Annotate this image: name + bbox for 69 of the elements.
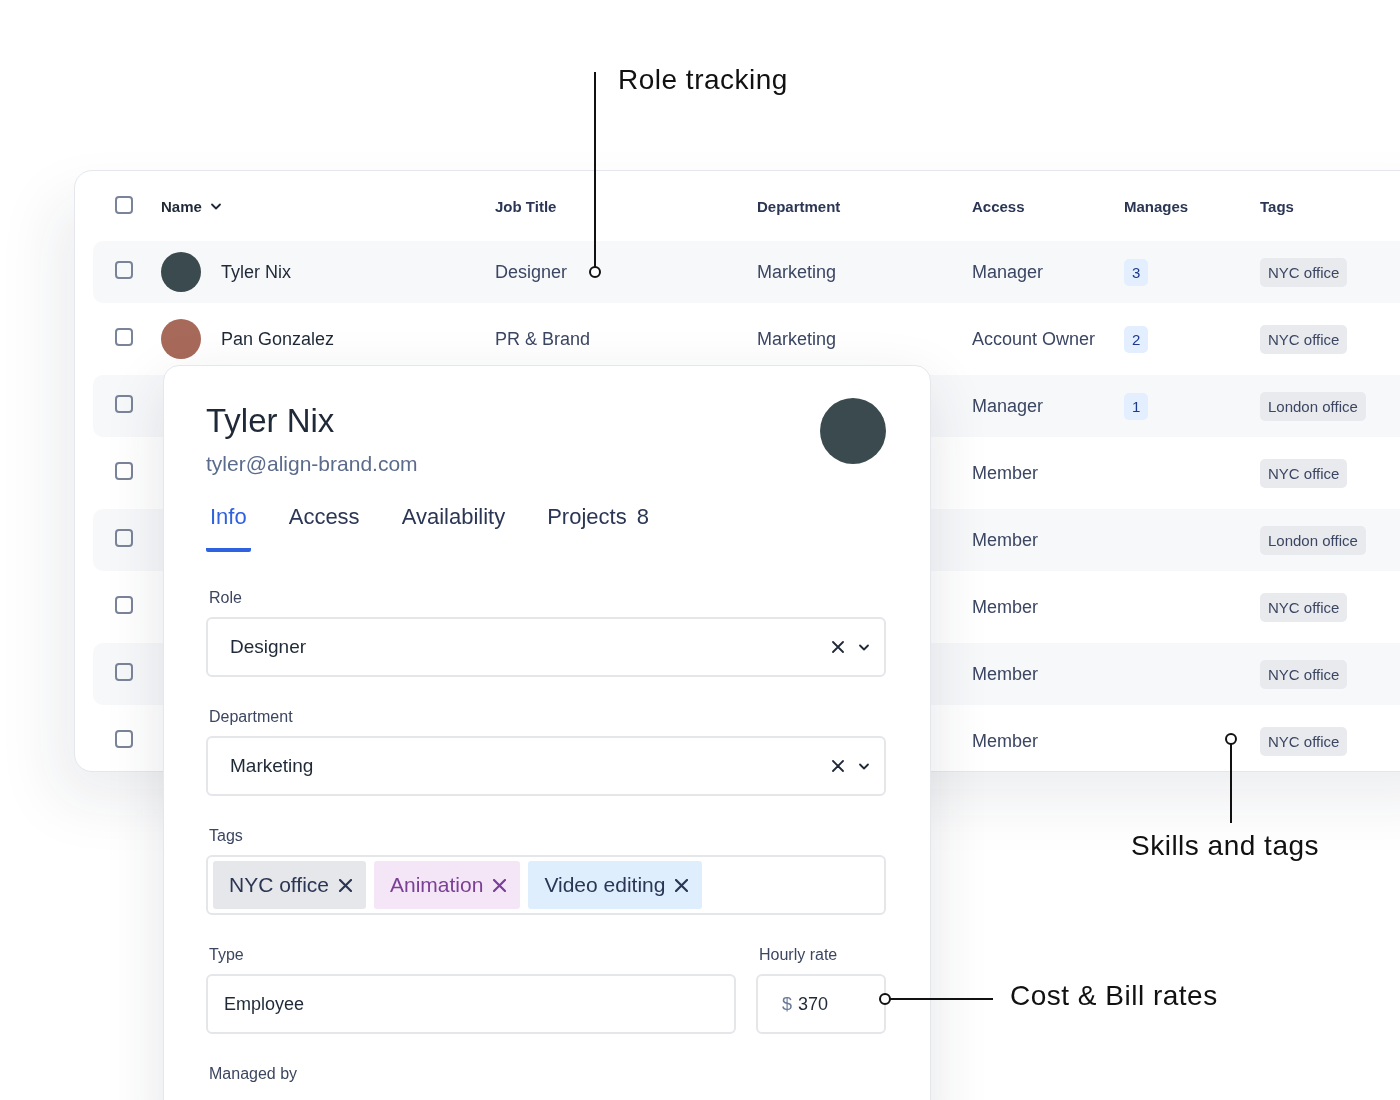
- column-header: Tags: [1260, 197, 1294, 215]
- select-field[interactable]: Marketing: [206, 736, 886, 796]
- access-text: Account Owner: [972, 328, 1096, 349]
- select-field[interactable]: Designer: [206, 617, 886, 677]
- job-title-text: PR & Brand: [495, 328, 591, 349]
- column-header: Department: [757, 197, 841, 215]
- access-text: Member: [972, 596, 1038, 617]
- count-badge: 1: [1124, 392, 1149, 420]
- tags-field[interactable]: NYC office Animation Video editing: [206, 855, 886, 915]
- email-text: tyler@align-brand.com: [206, 452, 418, 476]
- field-label: Type: [209, 945, 245, 964]
- field-label: Tags: [209, 826, 244, 845]
- tag-chip: London office: [1260, 525, 1366, 555]
- tag-chip: NYC office: [1260, 659, 1348, 689]
- person-name: Pan Gonzalez: [221, 328, 335, 350]
- access-text: Member: [972, 663, 1038, 684]
- avatar-placeholder: [161, 252, 201, 292]
- avatar-placeholder: [161, 319, 201, 359]
- checkbox[interactable]: [115, 461, 133, 480]
- person-name: Tyler Nix: [221, 261, 291, 283]
- tab[interactable]: Info: [206, 500, 251, 552]
- access-text: Member: [972, 462, 1038, 483]
- close-icon: [493, 878, 507, 892]
- tag-chip: NYC office: [1260, 592, 1348, 622]
- field-label: Role: [209, 588, 243, 607]
- profile-name: Tyler Nix: [206, 402, 336, 440]
- tag-chip: NYC office: [1260, 726, 1348, 756]
- department-text: Marketing: [757, 328, 837, 349]
- tab[interactable]: Availability: [397, 500, 510, 552]
- tag-chip: Video editing: [528, 861, 703, 909]
- access-text: Manager: [972, 395, 1044, 416]
- job-title-text: Designer: [495, 261, 568, 282]
- checkbox[interactable]: [115, 729, 133, 748]
- tag-chip: NYC office: [1260, 324, 1348, 354]
- close-icon: [832, 641, 844, 653]
- callout-label: Cost & Bill rates: [1010, 980, 1218, 1012]
- checkbox[interactable]: [115, 528, 133, 547]
- department-text: Marketing: [757, 261, 837, 282]
- column-header[interactable]: Name: [161, 197, 202, 215]
- tag-chip: Animation: [374, 861, 521, 909]
- checkbox[interactable]: [115, 394, 133, 413]
- column-header: Manages: [1124, 197, 1189, 215]
- count-badge: 3: [1124, 258, 1149, 286]
- field-label: Hourly rate: [759, 945, 839, 964]
- column-header: Job Title: [495, 197, 557, 215]
- callout-label: Skills and tags: [1131, 830, 1320, 862]
- close-icon: [832, 760, 844, 772]
- access-text: Member: [972, 730, 1038, 751]
- checkbox[interactable]: [115, 595, 133, 614]
- access-text: Member: [972, 529, 1038, 550]
- callout-label: Role tracking: [618, 64, 788, 96]
- tag-chip: NYC office: [213, 861, 366, 909]
- checkbox[interactable]: [115, 195, 133, 214]
- column-header: Access: [972, 197, 1025, 215]
- field-label: Department: [209, 707, 294, 726]
- count-badge: 2: [1124, 325, 1149, 353]
- checkbox[interactable]: [115, 327, 133, 346]
- field-label: Managed by: [209, 1064, 299, 1083]
- close-icon: [339, 878, 352, 892]
- close-icon: [675, 878, 689, 892]
- checkbox[interactable]: [115, 662, 133, 681]
- text-field[interactable]: Employee: [206, 974, 736, 1034]
- tag-chip: NYC office: [1260, 257, 1348, 287]
- tab[interactable]: Projects 8: [543, 500, 653, 552]
- tag-chip: London office: [1260, 391, 1366, 421]
- tag-chip: NYC office: [1260, 458, 1348, 488]
- checkbox[interactable]: [115, 260, 133, 279]
- access-text: Manager: [972, 261, 1044, 282]
- tab[interactable]: Access: [284, 500, 364, 552]
